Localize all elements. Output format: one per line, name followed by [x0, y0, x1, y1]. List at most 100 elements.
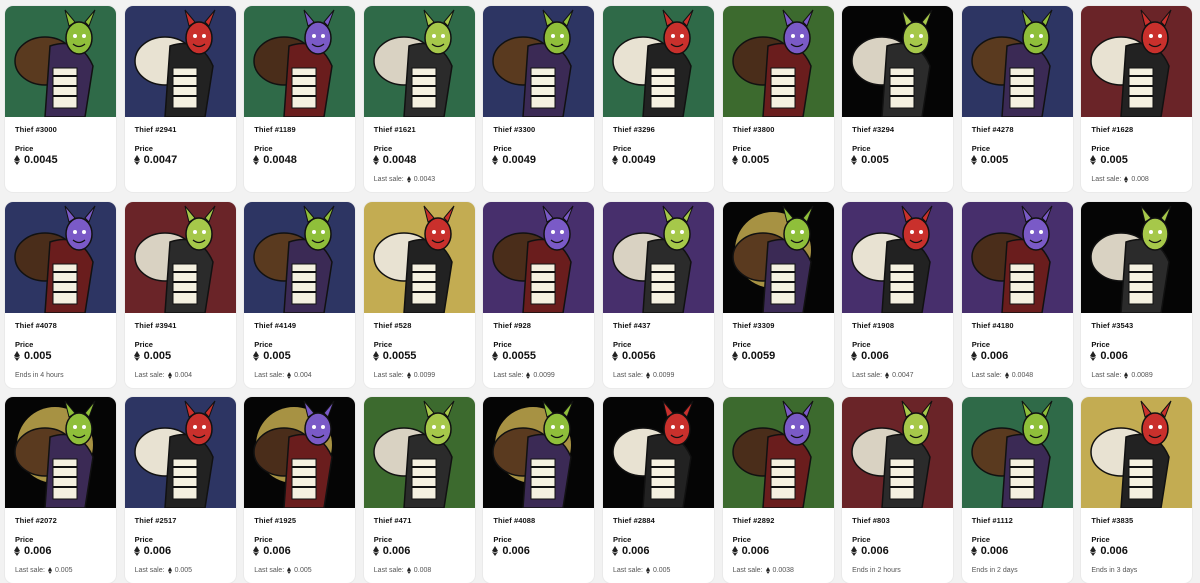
price-value: 0.006: [502, 545, 530, 557]
nft-artwork-image[interactable]: [5, 6, 116, 117]
nft-artwork-image[interactable]: [363, 201, 475, 313]
ethereum-icon: [133, 546, 140, 556]
nft-card[interactable]: Thief #1925 Price 0.006 Last sale: 0.005: [244, 397, 356, 583]
nft-artwork-image[interactable]: [244, 201, 356, 313]
nft-artwork-image[interactable]: [483, 397, 595, 508]
last-sale-value: 0.005: [652, 567, 671, 574]
nft-artwork-image[interactable]: [722, 201, 834, 313]
nft-artwork-image[interactable]: [842, 6, 954, 117]
nft-card[interactable]: Thief #1908 Price 0.006 Last sale: 0.0047: [842, 201, 954, 388]
nft-artwork-image[interactable]: [363, 6, 475, 117]
price-value-row: 0.0056: [611, 350, 656, 362]
nft-artwork-image[interactable]: [961, 6, 1073, 117]
nft-card[interactable]: Thief #3000 Price 0.0045: [5, 6, 116, 192]
nft-artwork-image[interactable]: [602, 201, 714, 313]
nft-card[interactable]: Thief #1189 Price 0.0048: [244, 6, 356, 192]
nft-artwork-image[interactable]: [602, 397, 714, 508]
nft-card[interactable]: Thief #928 Price 0.0055 Last sale: 0.0099: [483, 201, 595, 388]
nft-card[interactable]: Thief #471 Price 0.006 Last sale: 0.008: [363, 397, 475, 583]
nft-artwork-image[interactable]: [5, 201, 116, 313]
nft-card[interactable]: Thief #2892 Price 0.006 Last sale: 0.0038: [722, 397, 834, 583]
last-sale-label: Last sale:: [254, 371, 285, 379]
nft-card[interactable]: Thief #3309 Price 0.0059: [722, 201, 834, 388]
price-value-row: 0.006: [14, 545, 52, 557]
price-value-row: 0.005: [731, 154, 769, 166]
nft-artwork-image[interactable]: [722, 6, 834, 117]
nft-artwork-image[interactable]: [842, 201, 954, 313]
price-value-row: 0.006: [1090, 350, 1128, 362]
ethereum-icon: [287, 567, 292, 574]
nft-name: Thief #3309: [732, 320, 775, 330]
nft-artwork-image[interactable]: [1081, 6, 1193, 117]
nft-card[interactable]: Thief #3300 Price 0.0049: [483, 6, 595, 192]
nft-artwork-image[interactable]: [961, 201, 1073, 313]
last-sale: Last sale: 0.008: [1091, 176, 1149, 183]
nft-card[interactable]: Thief #1621 Price 0.0048 Last sale: 0.004…: [363, 6, 475, 192]
nft-artwork-image[interactable]: [5, 397, 116, 508]
nft-artwork-image[interactable]: [602, 6, 714, 117]
nft-artwork-image[interactable]: [1081, 201, 1193, 313]
nft-artwork-image[interactable]: [842, 397, 954, 508]
nft-name: Thief #3294: [852, 125, 895, 134]
price-label: Price: [852, 535, 871, 544]
nft-card[interactable]: Thief #3296 Price 0.0049: [602, 6, 714, 192]
last-sale: Last sale: 0.0099: [613, 372, 674, 379]
nft-card[interactable]: Thief #2517 Price 0.006 Last sale: 0.005: [124, 397, 236, 583]
price-value: 0.0048: [382, 154, 417, 166]
nft-artwork-image[interactable]: [244, 6, 356, 117]
nft-card[interactable]: Thief #3294 Price 0.005: [842, 6, 954, 192]
nft-artwork-image[interactable]: [483, 6, 595, 117]
nft-card[interactable]: Thief #3835 Price 0.006 Ends in 3 days: [1081, 397, 1193, 583]
price-label: Price: [493, 535, 512, 544]
nft-card[interactable]: Thief #4180 Price 0.006 Last sale: 0.0048: [961, 201, 1073, 388]
price-value: 0.005: [24, 349, 52, 362]
price-value-row: 0.006: [372, 545, 410, 557]
price-label: Price: [373, 339, 393, 349]
nft-artwork-image[interactable]: [244, 397, 356, 508]
nft-card[interactable]: Thief #437 Price 0.0056 Last sale: 0.0099: [602, 201, 714, 388]
last-sale-label: Last sale:: [373, 371, 404, 379]
last-sale-label: Last sale:: [732, 567, 763, 574]
nft-artwork-image[interactable]: [124, 201, 236, 313]
nft-artwork-image[interactable]: [363, 397, 475, 508]
nft-card[interactable]: Thief #803 Price 0.006 Ends in 2 hours: [842, 397, 954, 583]
price-value: 0.0048: [263, 154, 297, 166]
price-value: 0.005: [1100, 154, 1128, 166]
nft-card[interactable]: Thief #2072 Price 0.006 Last sale: 0.005: [5, 397, 116, 583]
nft-card[interactable]: Thief #528 Price 0.0055 Last sale: 0.0099: [363, 201, 475, 388]
price-value: 0.0059: [741, 349, 776, 362]
nft-card[interactable]: Thief #4078 Price 0.005 Ends in 4 hours: [5, 201, 116, 388]
nft-card[interactable]: Thief #4088 Price 0.006: [483, 397, 595, 583]
price-value: 0.006: [263, 545, 291, 557]
nft-card[interactable]: Thief #3800 Price 0.005: [722, 6, 834, 192]
price-value-row: 0.005: [1090, 154, 1128, 166]
last-sale: Last sale: 0.0099: [374, 372, 435, 379]
nft-card[interactable]: Thief #1112 Price 0.006 Ends in 2 days: [961, 397, 1073, 583]
nft-card[interactable]: Thief #3543 Price 0.006 Last sale: 0.0089: [1081, 201, 1193, 388]
nft-artwork-image[interactable]: [961, 397, 1073, 508]
last-sale: Last sale: 0.005: [254, 567, 312, 574]
price-value: 0.0055: [502, 349, 537, 362]
nft-name: Thief #4078: [15, 320, 57, 330]
ethereum-icon: [167, 371, 172, 379]
nft-grid: Thief #3000 Price 0.0045 Thief #2941 Pri…: [0, 0, 1200, 583]
nft-artwork-image[interactable]: [124, 6, 236, 117]
price-label: Price: [1091, 339, 1110, 349]
nft-card[interactable]: Thief #4278 Price 0.005: [961, 6, 1073, 192]
price-value: 0.005: [143, 349, 172, 362]
nft-card[interactable]: Thief #2941 Price 0.0047: [124, 6, 236, 192]
nft-name: Thief #4278: [971, 125, 1014, 134]
nft-card[interactable]: Thief #3941 Price 0.005 Last sale: 0.004: [124, 201, 236, 388]
last-sale-value: 0.0047: [892, 371, 914, 379]
nft-card[interactable]: Thief #2884 Price 0.006 Last sale: 0.005: [602, 397, 714, 583]
price-value-row: 0.0055: [372, 350, 416, 362]
nft-name: Thief #2892: [732, 516, 775, 525]
nft-card[interactable]: Thief #1628 Price 0.005 Last sale: 0.008: [1081, 6, 1193, 192]
nft-artwork-image[interactable]: [124, 397, 236, 508]
nft-artwork-image[interactable]: [722, 397, 834, 508]
nft-artwork-image[interactable]: [483, 201, 595, 313]
nft-artwork-image[interactable]: [1081, 397, 1193, 508]
ethereum-icon: [1124, 176, 1129, 183]
price-value-row: 0.005: [133, 349, 172, 362]
nft-card[interactable]: Thief #4149 Price 0.005 Last sale: 0.004: [244, 201, 356, 388]
